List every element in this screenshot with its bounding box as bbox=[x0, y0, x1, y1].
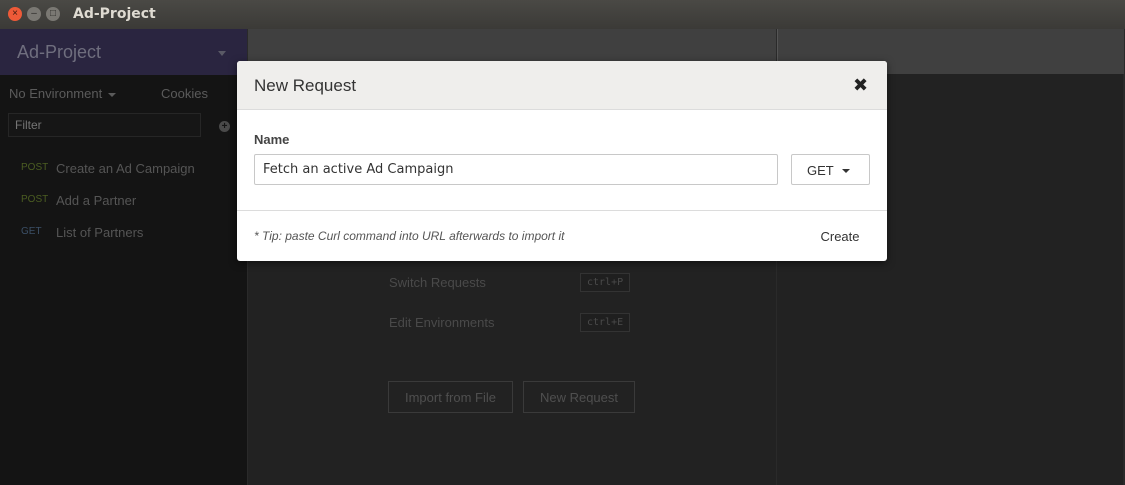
request-method-badge: POST bbox=[21, 162, 49, 173]
shortcut-key: ctrl+E bbox=[580, 313, 631, 332]
sidebar: Ad-Project No Environment Cookies + POST… bbox=[0, 29, 248, 485]
new-request-button[interactable]: New Request bbox=[523, 381, 635, 413]
environment-label: No Environment bbox=[9, 86, 103, 101]
chevron-down-icon bbox=[218, 51, 226, 56]
method-label: GET bbox=[807, 163, 834, 178]
modal-header: New Request ✖ bbox=[237, 61, 887, 110]
filter-input[interactable] bbox=[8, 113, 201, 137]
request-method-badge: POST bbox=[21, 194, 49, 205]
close-icon[interactable]: ✖ bbox=[853, 75, 868, 96]
new-request-modal: New Request ✖ Name GET * Tip: paste Curl… bbox=[237, 61, 887, 261]
create-button[interactable]: Create bbox=[810, 221, 870, 251]
workspace-selector[interactable]: Ad-Project bbox=[0, 29, 247, 75]
maximize-window-button[interactable]: □ bbox=[46, 7, 60, 21]
request-name: Create an Ad Campaign bbox=[56, 161, 195, 176]
tip-text: * Tip: paste Curl command into URL after… bbox=[254, 229, 565, 243]
environment-dropdown[interactable]: No Environment bbox=[9, 86, 117, 101]
modal-title: New Request bbox=[254, 76, 357, 95]
shortcut-key: ctrl+P bbox=[580, 273, 631, 292]
close-window-button[interactable]: × bbox=[8, 7, 22, 21]
import-from-file-button[interactable]: Import from File bbox=[388, 381, 513, 413]
shortcut-label: Switch Requests bbox=[389, 275, 486, 290]
request-item[interactable]: POST Add a Partner bbox=[0, 186, 247, 216]
add-request-icon[interactable]: + bbox=[219, 121, 230, 132]
modal-footer: * Tip: paste Curl command into URL after… bbox=[237, 210, 887, 261]
request-item[interactable]: GET List of Partners bbox=[0, 218, 247, 248]
window-title: Ad-Project bbox=[73, 6, 156, 22]
request-name-input[interactable] bbox=[254, 154, 778, 185]
chevron-down-icon bbox=[842, 169, 850, 173]
request-item[interactable]: POST Create an Ad Campaign bbox=[0, 154, 247, 184]
shortcut-label: Edit Environments bbox=[389, 315, 495, 330]
name-label: Name bbox=[254, 132, 290, 147]
method-dropdown[interactable]: GET bbox=[791, 154, 870, 185]
request-name: List of Partners bbox=[56, 225, 144, 240]
chevron-down-icon bbox=[108, 92, 117, 97]
minimize-window-button[interactable]: – bbox=[27, 7, 41, 21]
environment-row: No Environment Cookies bbox=[0, 75, 247, 113]
cookies-button[interactable]: Cookies bbox=[161, 86, 208, 101]
request-method-badge: GET bbox=[21, 226, 42, 237]
window-titlebar: × – □ Ad-Project bbox=[0, 0, 1125, 29]
workspace-name: Ad-Project bbox=[17, 42, 102, 62]
request-name: Add a Partner bbox=[56, 193, 137, 208]
